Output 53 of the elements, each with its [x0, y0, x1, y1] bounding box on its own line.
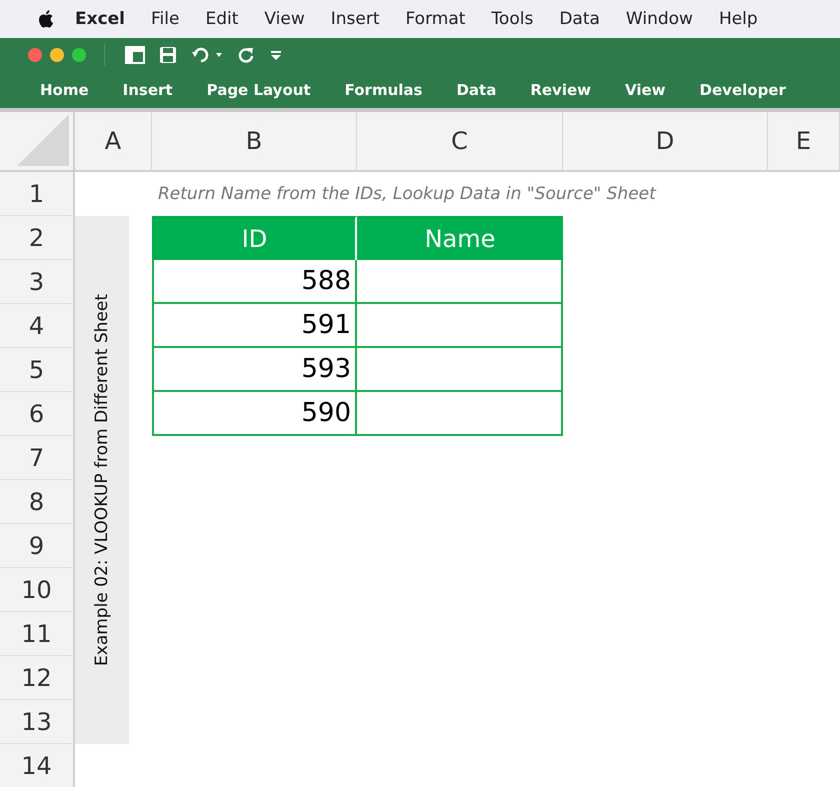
- menu-item[interactable]: Window: [626, 9, 693, 29]
- menu-item[interactable]: Edit: [205, 9, 238, 29]
- table-cell: 588: [152, 260, 357, 304]
- menu-item[interactable]: Format: [406, 9, 466, 29]
- ribbon-tab[interactable]: Home: [40, 81, 89, 99]
- table-header-cell: ID: [152, 216, 357, 260]
- table-cell: 591: [152, 304, 357, 348]
- row-header[interactable]: 7: [0, 436, 75, 480]
- column-header[interactable]: A: [75, 112, 152, 172]
- minimize-window-icon[interactable]: [50, 48, 64, 62]
- menu-item[interactable]: Tools: [491, 9, 534, 29]
- ribbon-tab[interactable]: Developer: [700, 81, 786, 99]
- menu-item[interactable]: File: [151, 9, 180, 29]
- customize-toolbar-icon[interactable]: [269, 48, 283, 62]
- row-header[interactable]: 9: [0, 524, 75, 568]
- table-header-cell: Name: [357, 216, 563, 260]
- undo-icon[interactable]: [191, 46, 223, 64]
- row-header[interactable]: 8: [0, 480, 75, 524]
- menu-item[interactable]: Help: [718, 9, 758, 29]
- corner-triangle-icon: [17, 114, 69, 166]
- ribbon-tab[interactable]: Data: [456, 81, 496, 99]
- ribbon-tab[interactable]: Insert: [122, 81, 173, 99]
- row-header[interactable]: 12: [0, 656, 75, 700]
- sidebar-panel-icon[interactable]: [125, 46, 145, 64]
- column-header[interactable]: E: [768, 112, 840, 172]
- menu-item[interactable]: Data: [559, 9, 600, 29]
- table-cell: 593: [152, 348, 357, 392]
- ribbon-tab[interactable]: Page Layout: [206, 81, 311, 99]
- sheet-note: Return Name from the IDs, Lookup Data in "Source" Sheet: [157, 183, 658, 206]
- row-header[interactable]: 5: [0, 348, 75, 392]
- row-header[interactable]: 1: [0, 172, 75, 216]
- menu-item[interactable]: Insert: [330, 9, 380, 29]
- column-header[interactable]: C: [357, 112, 563, 172]
- table-cell: 590: [152, 392, 357, 436]
- menu-item[interactable]: View: [264, 9, 305, 29]
- save-icon[interactable]: [159, 46, 177, 64]
- ribbon-tab[interactable]: Review: [530, 81, 592, 99]
- column-header[interactable]: B: [152, 112, 357, 172]
- column-header[interactable]: D: [563, 112, 768, 172]
- row-header[interactable]: 13: [0, 700, 75, 744]
- ribbon-tab[interactable]: View: [625, 81, 666, 99]
- row-header[interactable]: 4: [0, 304, 75, 348]
- row-header[interactable]: 11: [0, 612, 75, 656]
- row-header[interactable]: 2: [0, 216, 75, 260]
- ribbon-tab[interactable]: Formulas: [344, 81, 422, 99]
- side-label-cell: Example 02: VLOOKUP from Different Sheet: [75, 216, 129, 744]
- row-header[interactable]: 14: [0, 744, 75, 787]
- apple-logo-icon[interactable]: [38, 9, 55, 29]
- menu-item[interactable]: Excel: [75, 9, 126, 29]
- row-header[interactable]: 6: [0, 392, 75, 436]
- row-header[interactable]: 3: [0, 260, 75, 304]
- redo-icon[interactable]: [237, 46, 255, 64]
- row-header[interactable]: 10: [0, 568, 75, 612]
